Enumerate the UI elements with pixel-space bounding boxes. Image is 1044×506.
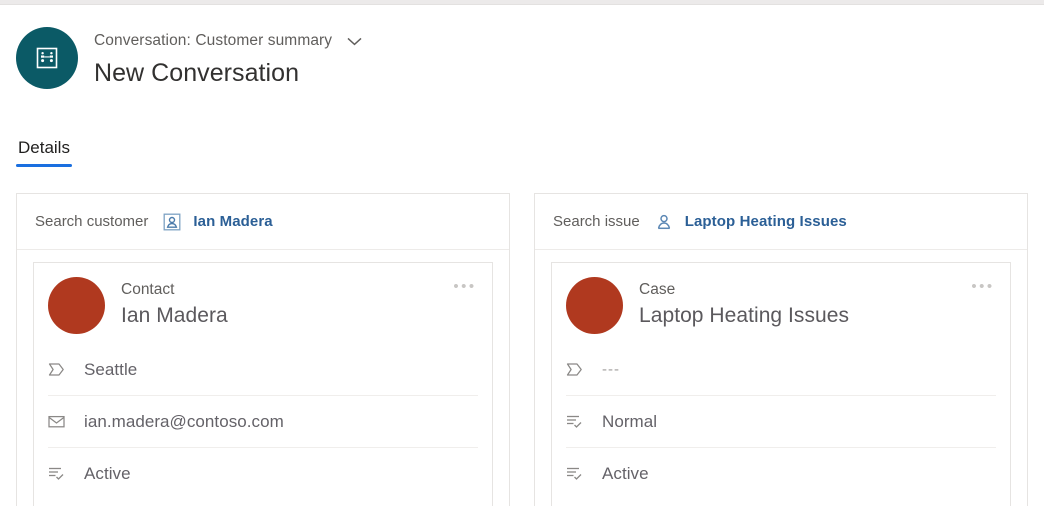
case-record-type: Case [639,281,676,298]
case-record-header: Case Laptop Heating Issues ••• [552,263,1010,344]
email-icon [48,415,70,428]
search-issue-row: Search issue Laptop Heating Issues [535,194,1027,250]
more-options-icon[interactable]: ••• [452,277,478,295]
detail-row: Seattle [48,344,478,395]
status-icon [48,466,70,481]
avatar [48,277,105,334]
customer-panel: Search customer Ian Madera Contact Ian M… [16,193,510,506]
customer-lookup-value: Ian Madera [193,213,273,230]
more-options-icon[interactable]: ••• [970,277,996,295]
case-lookup-icon [654,212,674,232]
customer-lookup-chip[interactable]: Ian Madera [162,212,273,232]
search-customer-row: Search customer Ian Madera [17,194,509,250]
contact-lookup-icon [162,212,182,232]
contact-record-name: Ian Madera [121,304,228,327]
detail-value: ian.madera@contoso.com [84,411,284,431]
detail-value: Seattle [84,359,138,379]
chevron-down-icon[interactable] [343,30,365,52]
contact-detail-rows: Seattle ian.madera@contoso.com Active [34,344,492,499]
contact-record-header: Contact Ian Madera ••• [34,263,492,344]
contact-record-titles: Contact Ian Madera [121,277,228,330]
detail-value: Active [602,463,649,483]
contact-record-type: Contact [121,281,175,298]
tab-details-label: Details [18,138,70,157]
location-icon [48,362,70,377]
status-icon [566,466,588,481]
case-record-card: Case Laptop Heating Issues ••• --- Norma… [551,262,1011,506]
detail-row: --- [566,344,996,395]
detail-row: ian.madera@contoso.com [48,395,478,447]
detail-row: Active [566,447,996,499]
location-icon [566,362,588,377]
issue-lookup-chip[interactable]: Laptop Heating Issues [654,212,847,232]
window-top-strip [0,0,1044,5]
tab-strip: Details [16,138,72,167]
breadcrumb-label: Conversation: Customer summary [94,32,333,49]
issue-panel: Search issue Laptop Heating Issues Case … [534,193,1028,506]
issue-lookup-value: Laptop Heating Issues [684,213,847,230]
case-record-name: Laptop Heating Issues [639,304,850,327]
page-title: New Conversation [94,59,300,87]
tab-details[interactable]: Details [16,138,72,167]
detail-value: Normal [602,411,658,431]
detail-value: Active [84,463,131,483]
priority-icon [566,414,588,429]
detail-value: --- [602,361,620,378]
breadcrumb: Conversation: Customer summary [94,30,365,52]
detail-row: Active [48,447,478,499]
search-issue-label: Search issue [553,213,640,230]
case-record-titles: Case Laptop Heating Issues [639,277,849,330]
avatar [566,277,623,334]
record-header: Conversation: Customer summary New Conve… [0,18,1044,104]
tab-selected-indicator [16,164,72,167]
header-text-block: Conversation: Customer summary New Conve… [94,18,365,88]
case-detail-rows: --- Normal Active [552,344,1010,499]
conversation-icon [16,27,78,89]
detail-row: Normal [566,395,996,447]
cards-area: Search customer Ian Madera Contact Ian M… [0,193,1044,506]
contact-record-card: Contact Ian Madera ••• Seattle ian.mader… [33,262,493,506]
search-customer-label: Search customer [35,213,149,230]
